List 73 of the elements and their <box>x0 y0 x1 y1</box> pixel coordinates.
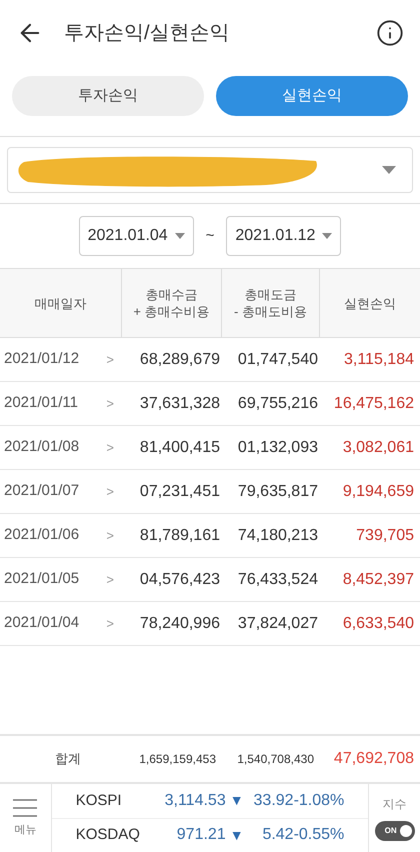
sell-amount-cell-text: 74,180,213 <box>236 526 319 546</box>
total-profit-cell-text: 47,692,708 <box>332 749 415 769</box>
column-header: 실현손익 <box>344 294 396 312</box>
date-cell-text: 2021/01/12 <box>4 349 80 370</box>
chevron-icon: > <box>106 482 114 502</box>
profit-cell-text: 8,452,397 <box>342 570 415 590</box>
chevron-icon: > <box>106 570 114 590</box>
buy-amount-cell-text: 81,400,415 <box>138 438 221 458</box>
date-cell-text: 2021/01/08 <box>4 437 80 458</box>
sell-amount-cell-text: 01,132,093 <box>236 438 319 458</box>
dropdown-caret-icon <box>382 166 396 174</box>
tab[interactable]: 투자손익 <box>12 76 204 116</box>
total-sell-cell-text: 1,540,708,430 <box>236 751 315 768</box>
caret-icon <box>322 233 332 239</box>
end-date-dropdown[interactable]: 2021.01.12 <box>226 216 342 256</box>
chevron-icon: > <box>106 526 114 546</box>
sell-amount-cell-text: 37,824,027 <box>236 614 319 634</box>
start-date-dropdown[interactable]: 2021.01.04 <box>78 216 194 256</box>
buy-amount-cell-text: 81,789,161 <box>138 526 221 546</box>
profit-cell-text: 6,633,540 <box>342 614 415 634</box>
date-cell-text: 2021/01/07 <box>4 481 80 502</box>
change-arrow: ▼ <box>230 826 244 845</box>
buy-amount-cell-text: 78,240,996 <box>138 614 221 634</box>
buy-amount-cell-text: 37,631,328 <box>138 394 221 414</box>
index-value: 971.21 <box>176 825 226 846</box>
sell-amount-cell-text: 79,635,817 <box>236 482 319 502</box>
chevron-icon: > <box>106 614 114 634</box>
chevron-icon: > <box>106 394 114 414</box>
sell-amount-cell-text: 01,747,540 <box>236 350 319 370</box>
table-row[interactable]: 2021/01/04 > 78,240,996 37,824,027 6,633,540 <box>0 602 420 646</box>
total-buy-cell-text: 1,659,159,453 <box>138 751 217 768</box>
index-toggle[interactable]: ON <box>374 821 415 841</box>
sell-amount-cell-text: 69,755,216 <box>236 394 319 414</box>
table-row[interactable]: 2021/01/05 > 04,576,423 76,433,524 8,452,397 <box>0 558 420 602</box>
change-arrow: ▼ <box>230 791 244 810</box>
info-icon[interactable] <box>376 19 404 47</box>
range-separator: ~ <box>206 226 214 246</box>
index-label: 지수 <box>382 796 407 813</box>
table-row[interactable]: 2021/01/08 > 81,400,415 01,132,093 3,082,061 <box>0 426 420 470</box>
buy-amount-cell-text: 68,289,679 <box>138 350 221 370</box>
caret-icon <box>174 233 185 239</box>
page-title: 투자손익/실현손익 <box>64 21 230 46</box>
profit-cell-text: 739,705 <box>355 526 415 546</box>
table-row[interactable]: 2021/01/12 > 68,289,679 01,747,540 3,115,184 <box>0 338 420 382</box>
menu-button[interactable]: 메뉴 <box>0 784 52 852</box>
index-name: KOSDAQ <box>76 825 141 845</box>
index-value: 3,114.53 <box>164 790 226 811</box>
column-header: 매매일자 <box>34 294 86 312</box>
chevron-icon: > <box>106 438 114 458</box>
index-name: KOSPI <box>76 790 123 810</box>
profit-cell-text: 3,082,061 <box>342 438 415 458</box>
column-header: 총매도금 - 총매도비용 <box>234 286 307 320</box>
date-cell-text: 2021/01/04 <box>4 613 80 634</box>
menu-icon <box>13 798 38 818</box>
date-cell-text: 2021/01/06 <box>4 525 80 546</box>
table-row[interactable]: 2021/01/07 > 07,231,451 79,635,817 9,194,659 <box>0 470 420 514</box>
profit-cell-text: 9,194,659 <box>342 482 415 502</box>
buy-amount-cell-text: 04,576,423 <box>138 570 221 590</box>
table-row[interactable]: 2021/01/11 > 37,631,328 69,755,216 16,475,162 <box>0 382 420 426</box>
date-cell-text: 2021/01/11 <box>4 393 78 414</box>
index-percent: -1.08% <box>294 790 344 811</box>
buy-amount-cell-text: 07,231,451 <box>138 482 221 502</box>
profit-cell-text: 16,475,162 <box>332 394 415 414</box>
column-header: 총매수금 + 총매수비용 <box>133 286 210 320</box>
index-change: 33.92 <box>252 790 294 811</box>
sell-amount-cell-text: 76,433,524 <box>236 570 319 590</box>
index-percent: -0.55% <box>294 825 344 846</box>
index-change: 5.42 <box>261 825 294 846</box>
date-cell-text: 2021/01/05 <box>4 569 80 590</box>
chevron-icon: > <box>106 350 114 370</box>
table-row[interactable]: 2021/01/06 > 81,789,161 74,180,213 739,705 <box>0 514 420 558</box>
profit-cell-text: 3,115,184 <box>343 350 415 370</box>
total-label: 합계 <box>54 750 82 768</box>
